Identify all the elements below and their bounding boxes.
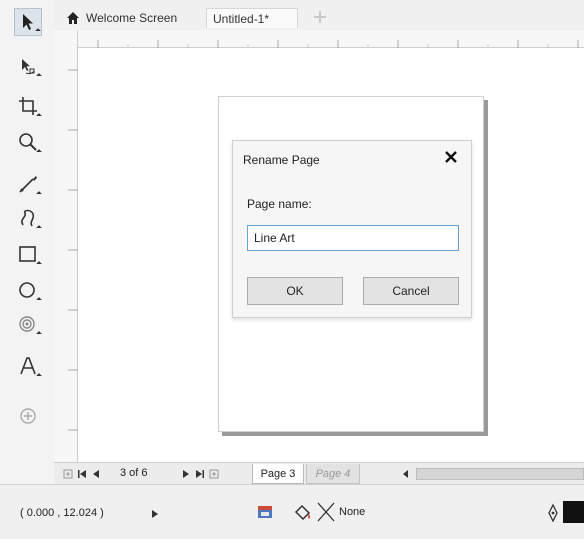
pick-tool[interactable] [14, 8, 42, 36]
page-name-input[interactable] [247, 225, 459, 251]
shape-tool[interactable] [14, 52, 42, 80]
cancel-button[interactable]: Cancel [363, 277, 459, 305]
ellipse-tool[interactable] [14, 276, 42, 304]
tab-welcome-screen[interactable]: Welcome Screen [60, 8, 200, 28]
tab-page-3[interactable]: Page 3 [252, 464, 304, 484]
horizontal-ruler[interactable] [78, 30, 584, 48]
fill-none-label: None [339, 506, 366, 518]
document-tab-bar: Welcome Screen Untitled-1* [54, 0, 584, 30]
text-a-icon [20, 357, 36, 375]
fill-bucket-icon[interactable] [292, 503, 314, 523]
toolbox [0, 0, 54, 484]
document-color-icon[interactable] [256, 503, 274, 521]
play-arrow-icon[interactable] [150, 509, 160, 519]
rename-page-dialog: Rename Page Page name: OK Cancel [232, 140, 472, 318]
horizontal-ruler-ticks [97, 40, 579, 48]
crop-tool[interactable] [14, 92, 42, 120]
rectangle-tool[interactable] [14, 240, 42, 268]
tab-page-3-label: Page 3 [260, 467, 296, 480]
tab-page-4-label: Page 4 [315, 467, 351, 480]
home-icon [67, 12, 79, 24]
cursor-coordinates: ( 0.000 , 12.024 ) [20, 507, 104, 519]
first-page-icon[interactable] [76, 467, 88, 481]
crop-icon [19, 97, 37, 115]
ok-button[interactable]: OK [247, 277, 343, 305]
spiral-icon [19, 316, 35, 332]
brush-curve-icon [21, 209, 35, 227]
tab-page-4[interactable]: Page 4 [306, 464, 360, 484]
vertical-ruler-ticks [68, 69, 78, 431]
freehand-tool[interactable] [14, 170, 42, 198]
previous-page-icon[interactable] [90, 467, 102, 481]
page-navigator: 3 of 6 Page 3 Page 4 [54, 462, 584, 484]
page-counter: 3 of 6 [120, 467, 148, 479]
add-tool[interactable] [14, 402, 42, 430]
magnifier-icon [19, 133, 37, 151]
add-page-after-icon[interactable] [208, 467, 220, 481]
zoom-tool[interactable] [14, 128, 42, 156]
polygon-tool[interactable] [14, 310, 42, 338]
last-page-icon[interactable] [194, 467, 206, 481]
ellipse-icon [19, 282, 35, 298]
scroll-left-arrow-icon[interactable] [400, 467, 412, 481]
artistic-media-tool[interactable] [14, 204, 42, 232]
horizontal-scrollbar[interactable] [416, 468, 584, 480]
tab-document-label: Untitled-1* [213, 11, 270, 26]
tab-welcome-label: Welcome Screen [86, 11, 178, 25]
dialog-close-button[interactable] [441, 147, 461, 167]
page-name-label: Page name: [247, 197, 312, 211]
node-arrow-icon [22, 59, 35, 75]
add-page-before-icon[interactable] [62, 467, 74, 481]
plus-circle-icon [20, 408, 36, 424]
outline-color-swatch[interactable] [563, 501, 584, 523]
no-fill-x-icon[interactable] [316, 501, 336, 523]
next-page-icon[interactable] [180, 467, 192, 481]
vertical-ruler[interactable] [54, 30, 78, 462]
dialog-title: Rename Page [243, 153, 320, 167]
outline-pen-icon[interactable] [546, 503, 560, 523]
text-tool[interactable] [14, 352, 42, 380]
freehand-pen-icon [19, 176, 37, 193]
close-icon [445, 151, 457, 163]
tab-untitled-document[interactable]: Untitled-1* [206, 8, 298, 28]
new-document-plus-icon[interactable] [312, 9, 328, 25]
status-bar: ( 0.000 , 12.024 ) None [0, 484, 584, 539]
rectangle-icon [19, 246, 36, 262]
